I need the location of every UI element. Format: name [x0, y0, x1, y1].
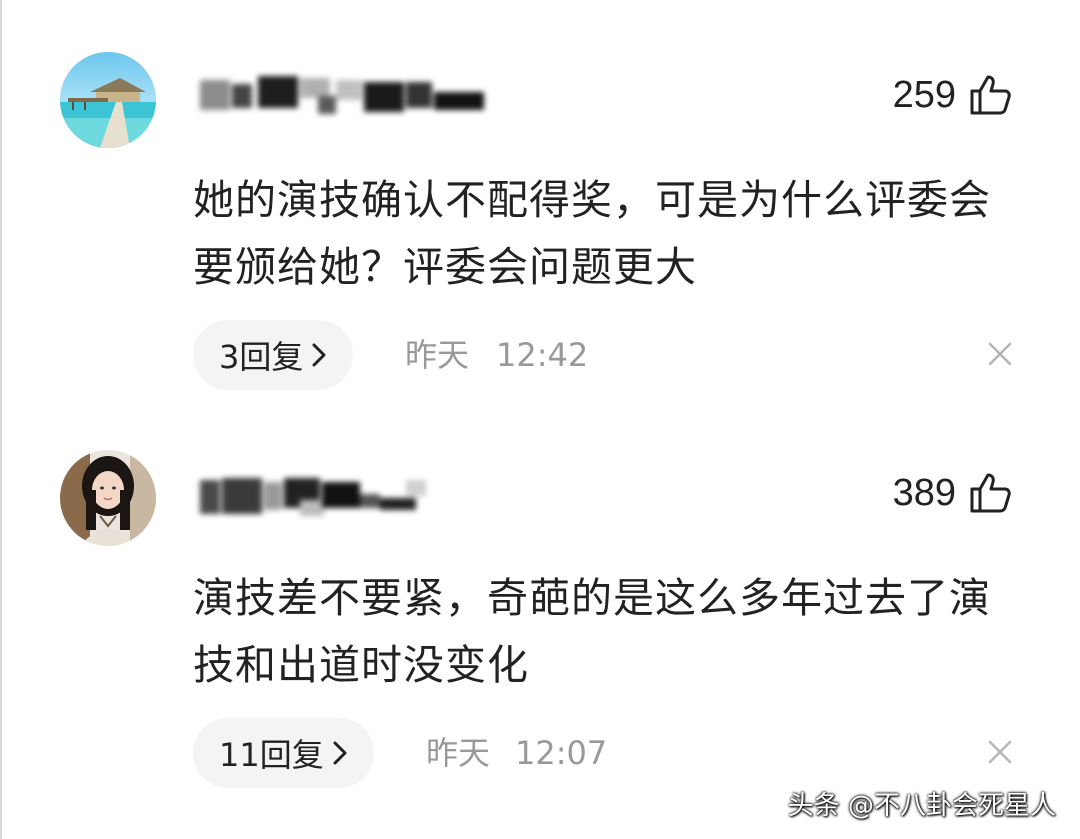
comment-date: 昨天 [426, 734, 491, 772]
like-count: 259 [892, 74, 956, 116]
chevron-right-icon [333, 741, 347, 765]
comment-time: 12:07 [515, 734, 608, 772]
thumbs-up-icon[interactable] [968, 471, 1012, 515]
close-icon[interactable] [986, 738, 1014, 766]
comment-time: 12:42 [496, 336, 589, 374]
comment-text: 她的演技确认不配得奖，可是为什么评委会要颁给她？评委会问题更大 [193, 176, 991, 291]
beach-avatar-image [60, 52, 156, 148]
thumbs-up-icon[interactable] [968, 73, 1012, 117]
comment-item: 389 演技差不要紧，奇葩的是这么多年过去了演技和出道时没变化 11回复 昨天 … [0, 420, 1080, 839]
comment-text: 演技差不要紧，奇葩的是这么多年过去了演技和出道时没变化 [193, 574, 991, 689]
replies-count-label: 11回复 [219, 736, 324, 774]
avatar[interactable] [60, 450, 156, 546]
close-icon[interactable] [986, 340, 1014, 368]
username-redacted [200, 76, 490, 116]
like-count: 389 [892, 472, 956, 514]
chevron-right-icon [312, 343, 326, 367]
view-replies-button[interactable]: 3回复 [193, 320, 354, 390]
username-redacted [200, 478, 440, 518]
like-control[interactable]: 259 [893, 70, 1012, 120]
replies-count-label: 3回复 [219, 338, 304, 376]
avatar[interactable] [60, 52, 156, 148]
view-replies-button[interactable]: 11回复 [193, 718, 374, 788]
comment-date: 昨天 [405, 336, 470, 374]
watermark: 头条 @不八卦会死星人 [787, 791, 1056, 821]
like-control[interactable]: 389 [893, 468, 1012, 518]
woman-portrait-avatar-image [60, 450, 156, 546]
comment-item: 259 她的演技确认不配得奖，可是为什么评委会要颁给她？评委会问题更大 3回复 … [0, 0, 1080, 420]
